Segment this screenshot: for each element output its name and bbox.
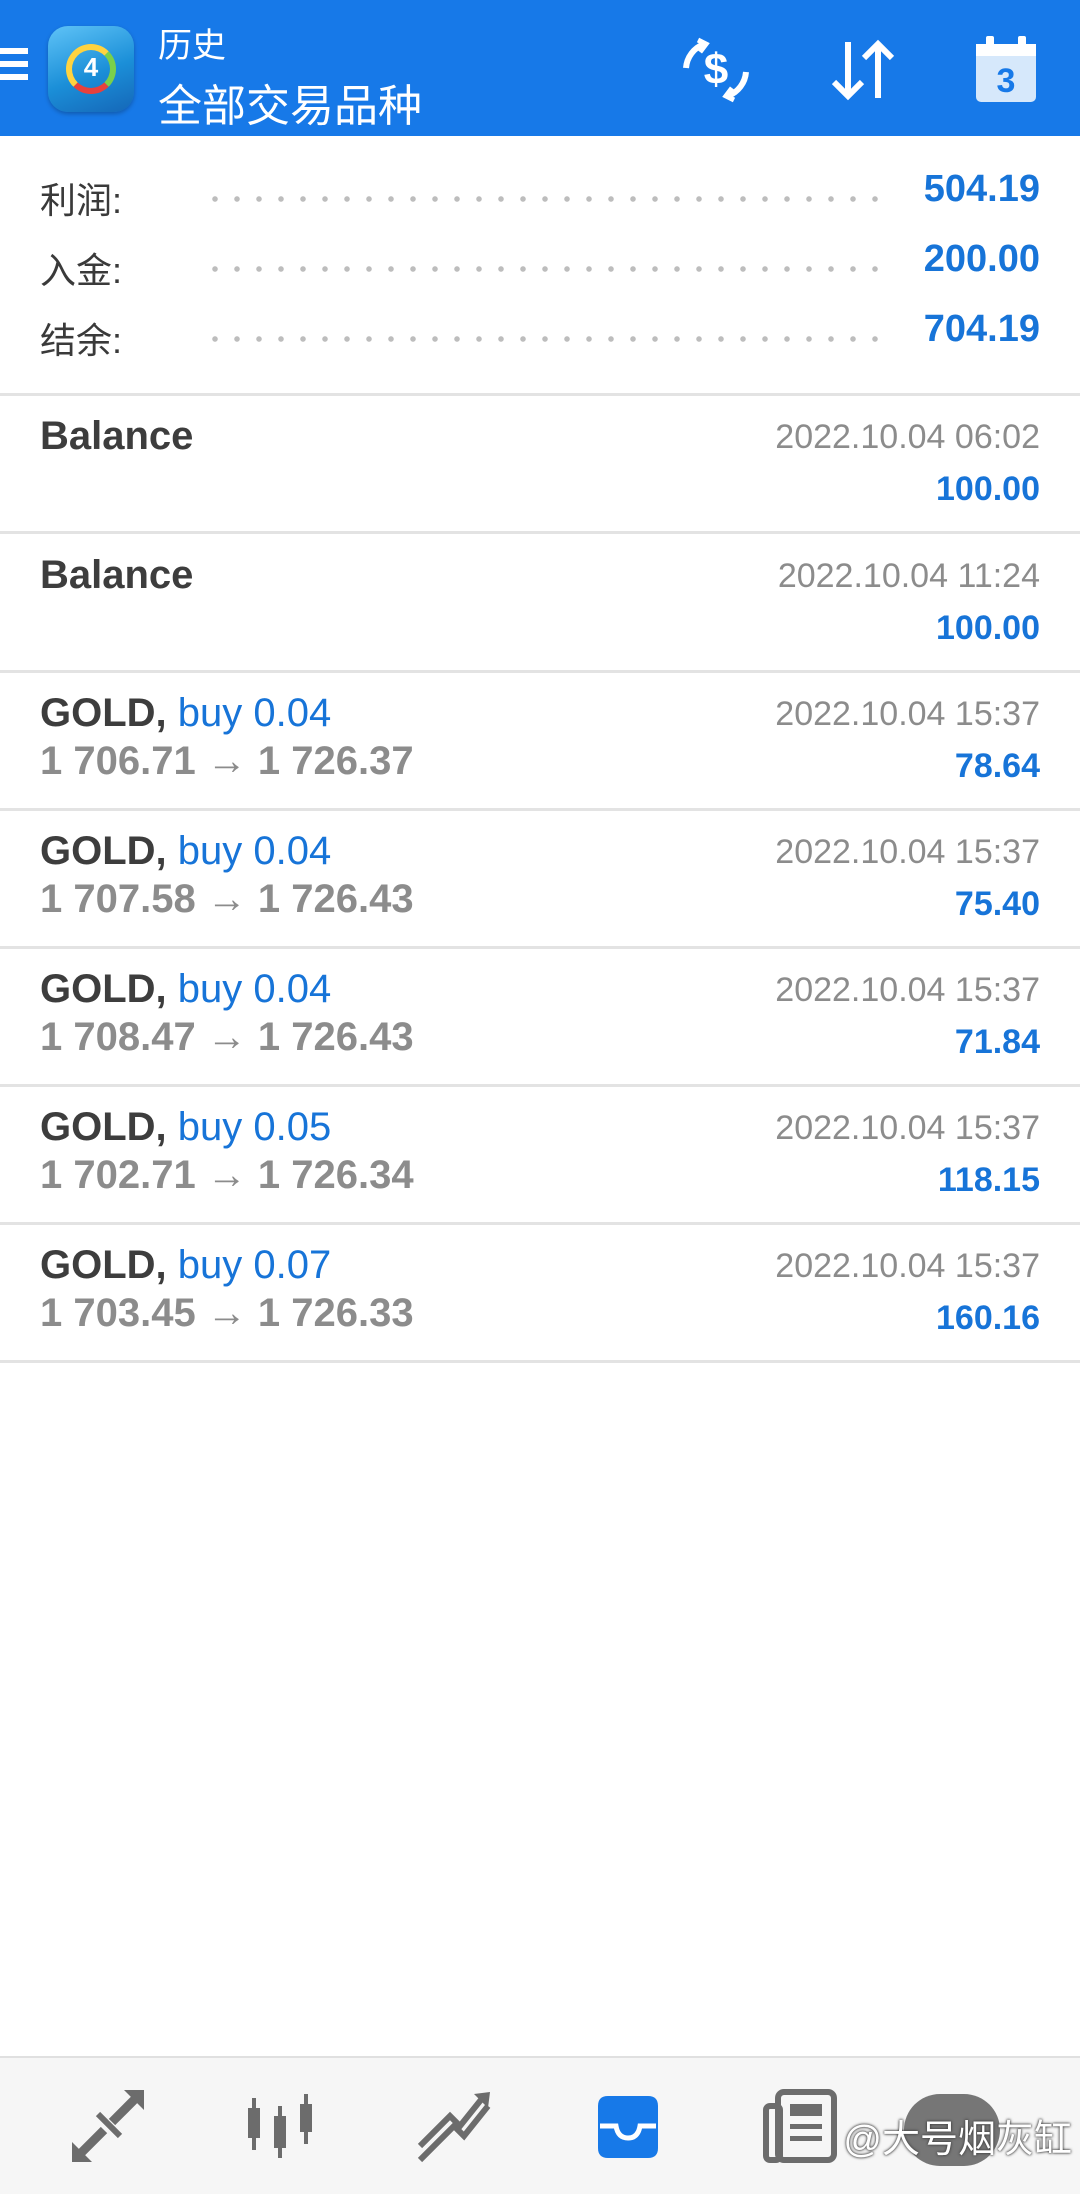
calendar-icon[interactable]: 3 [966, 30, 1046, 110]
history-symbol: GOLD, buy 0.04 [40, 829, 332, 873]
sort-icon[interactable] [822, 30, 902, 110]
dotted-leader [204, 196, 890, 202]
history-time: 2022.10.04 15:37 [775, 1247, 1040, 1285]
summary-balance: 结余: 704.19 [0, 298, 1080, 368]
dotted-leader [204, 266, 890, 272]
trade-prices: 1 703.45 → 1 726.33 [40, 1291, 414, 1335]
summary-value: 200.00 [923, 238, 1040, 280]
history-item[interactable]: Balance 2022.10.04 06:02 100.00 [0, 396, 1080, 534]
history-profit: 78.64 [954, 747, 1040, 785]
calendar-day-label: 3 [997, 62, 1016, 100]
history-symbol: GOLD, buy 0.04 [40, 967, 332, 1011]
logo-number: 4 [83, 52, 99, 82]
quotes-icon[interactable] [68, 2086, 148, 2166]
summary-panel: 利润: 504.19 入金: 200.00 结余: 704.19 [0, 136, 1080, 396]
history-profit: 100.00 [936, 470, 1040, 508]
trade-prices: 1 706.71 → 1 726.37 [40, 739, 414, 783]
trade-type: buy 0.04 [177, 967, 332, 1011]
history-symbol: GOLD, buy 0.07 [40, 1243, 332, 1287]
trade-prices: 1 707.58 → 1 726.43 [40, 877, 414, 921]
summary-value: 504.19 [923, 168, 1040, 210]
summary-label: 入金: [40, 250, 123, 291]
history-time: 2022.10.04 15:37 [775, 971, 1040, 1009]
history-profit: 75.40 [954, 885, 1040, 923]
history-item[interactable]: GOLD, buy 0.05 1 702.71 → 1 726.34 2022.… [0, 1087, 1080, 1225]
history-time: 2022.10.04 11:24 [777, 557, 1040, 595]
history-symbol: GOLD, buy 0.04 [40, 691, 332, 735]
bottom-navigation: @大号烟灰缸 [0, 2056, 1080, 2194]
history-time: 2022.10.04 06:02 [775, 418, 1040, 456]
history-profit: 71.84 [954, 1023, 1040, 1061]
history-time: 2022.10.04 15:37 [775, 1109, 1040, 1147]
history-profit: 118.15 [937, 1161, 1040, 1199]
summary-deposit: 入金: 200.00 [0, 228, 1080, 298]
history-symbol: GOLD, buy 0.05 [40, 1105, 332, 1149]
summary-profit: 利润: 504.19 [0, 158, 1080, 228]
dotted-leader [204, 336, 890, 342]
history-symbol: Balance [40, 414, 194, 458]
history-time: 2022.10.04 15:37 [775, 695, 1040, 733]
history-profit: 100.00 [936, 609, 1040, 647]
menu-icon[interactable] [0, 48, 30, 88]
trade-type: buy 0.07 [177, 1243, 332, 1287]
currency-exchange-icon[interactable]: $ [676, 30, 756, 110]
symbol-filter-title[interactable]: 全部交易品种 [158, 70, 422, 134]
news-icon[interactable] [762, 2086, 842, 2166]
watermark-text: @大号烟灰缸 [843, 2119, 1072, 2161]
history-item[interactable]: GOLD, buy 0.04 1 706.71 → 1 726.37 2022.… [0, 673, 1080, 811]
svg-text:$: $ [704, 45, 728, 94]
app-header: 4 历史 全部交易品种 $ 3 [0, 0, 1080, 136]
history-profit: 160.16 [936, 1299, 1040, 1337]
trade-prices: 1 708.47 → 1 726.43 [40, 1015, 414, 1059]
page-subtitle: 历史 [158, 27, 226, 65]
chart-icon[interactable] [240, 2086, 320, 2166]
history-item[interactable]: GOLD, buy 0.04 1 708.47 → 1 726.43 2022.… [0, 949, 1080, 1087]
history-item[interactable]: GOLD, buy 0.07 1 703.45 → 1 726.33 2022.… [0, 1225, 1080, 1363]
summary-label: 利润: [40, 180, 123, 221]
trade-icon[interactable] [414, 2086, 494, 2166]
trade-type: buy 0.04 [177, 691, 332, 735]
history-icon[interactable] [588, 2086, 668, 2166]
history-time: 2022.10.04 15:37 [775, 833, 1040, 871]
summary-value: 704.19 [923, 308, 1040, 350]
summary-label: 结余: [40, 320, 123, 361]
metatrader-logo: 4 [48, 26, 134, 112]
history-item[interactable]: Balance 2022.10.04 11:24 100.00 [0, 535, 1080, 673]
history-symbol: Balance [40, 553, 194, 597]
history-item[interactable]: GOLD, buy 0.04 1 707.58 → 1 726.43 2022.… [0, 811, 1080, 949]
trade-prices: 1 702.71 → 1 726.34 [40, 1153, 414, 1197]
trade-type: buy 0.04 [177, 829, 332, 873]
trade-type: buy 0.05 [177, 1105, 332, 1149]
